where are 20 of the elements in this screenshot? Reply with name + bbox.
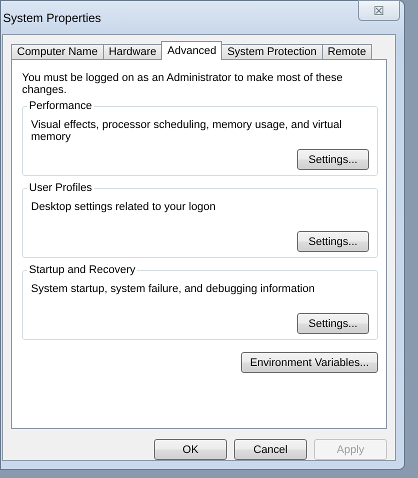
tab[interactable]: Computer Name [11, 44, 104, 60]
settings-button[interactable]: Settings... [297, 231, 369, 252]
notice-text: You must be logged on as an Administrator to make most of these changes. [22, 72, 344, 96]
window-title: System Properties [3, 10, 102, 24]
tab[interactable]: Advanced [161, 41, 222, 60]
group-description: System startup, system failure, and debugging information [31, 283, 316, 295]
dialog-button[interactable]: Cancel [234, 439, 307, 460]
group-title: Startup and Recovery [27, 264, 138, 276]
group-title: Performance [27, 100, 94, 112]
dialog-button[interactable]: OK [154, 439, 227, 460]
settings-button[interactable]: Settings... [297, 149, 369, 170]
group-title: User Profiles [27, 182, 94, 194]
group-description: Visual effects, processor scheduling, memory usage, and virtual memory [31, 119, 343, 143]
settings-button[interactable]: Settings... [297, 313, 369, 334]
environment-variables-button[interactable]: Environment Variables... [240, 352, 378, 373]
close-button[interactable]: ☒ [358, 0, 400, 21]
tab[interactable]: Hardware [102, 44, 162, 60]
group-description: Desktop settings related to your logon [31, 201, 217, 213]
tab[interactable]: Remote [322, 44, 372, 60]
tab[interactable]: System Protection [221, 44, 323, 60]
